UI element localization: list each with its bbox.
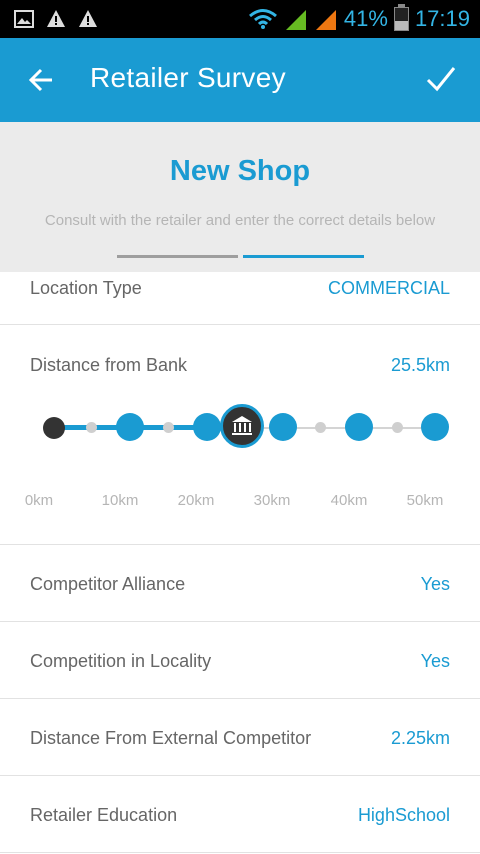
app-bar-title: Retailer Survey [90, 62, 286, 93]
tick-label: 0km [24, 492, 54, 509]
warning-icon [79, 10, 97, 27]
image-notification-icon [14, 10, 34, 28]
tab-indicator-2-active[interactable] [243, 255, 364, 258]
distance-from-bank-label: Distance from Bank [30, 355, 188, 375]
check-icon[interactable] [424, 62, 458, 96]
signal-icon [285, 10, 306, 30]
signal-icon [315, 10, 336, 30]
clock: 17:19 [414, 6, 470, 31]
battery-percent: 41% [343, 6, 388, 31]
warning-icon [47, 10, 65, 27]
location-type-row[interactable]: Location Type COMMERCIAL [0, 272, 480, 325]
external-competitor-distance-value[interactable]: 2.25km [391, 728, 450, 749]
distance-from-bank-value: 25.5km [390, 355, 450, 375]
tick-label: 20km [177, 492, 215, 509]
location-type-value[interactable]: COMMERCIAL [328, 278, 450, 299]
location-type-label: Location Type [30, 278, 142, 298]
tick-label: 10km [101, 492, 139, 509]
slider-step[interactable] [193, 413, 221, 441]
slider-step[interactable] [163, 422, 174, 433]
competition-in-locality-label: Competition in Locality [30, 651, 212, 671]
tab-indicator-1[interactable] [117, 255, 238, 258]
retailer-education-row[interactable]: Retailer Education HighSchool [0, 776, 480, 853]
slider-thumb[interactable] [220, 404, 264, 448]
slider-step[interactable] [392, 422, 403, 433]
bank-icon [232, 416, 252, 435]
slider-step[interactable] [116, 413, 144, 441]
start-marker-icon [43, 417, 65, 439]
back-arrow-icon[interactable] [26, 64, 58, 96]
page-title: New Shop [169, 155, 311, 187]
slider-step[interactable] [315, 422, 326, 433]
status-bar: 41% 17:19 [0, 0, 480, 38]
page-subtitle: Consult with the retailer and enter the … [44, 212, 436, 229]
tick-label: 40km [330, 492, 368, 509]
slider-step[interactable] [421, 413, 449, 441]
external-competitor-distance-label: Distance From External Competitor [30, 728, 312, 748]
tick-label: 50km [406, 492, 444, 509]
form-header: New Shop Consult with the retailer and e… [0, 122, 480, 272]
retailer-education-label: Retailer Education [30, 805, 178, 825]
slider-step[interactable] [269, 413, 297, 441]
competition-in-locality-value[interactable]: Yes [421, 651, 450, 672]
app-bar: Retailer Survey [0, 38, 480, 122]
external-competitor-distance-row[interactable]: Distance From External Competitor 2.25km [0, 699, 480, 776]
slider-step[interactable] [345, 413, 373, 441]
battery-icon [393, 4, 409, 31]
competitor-alliance-label: Competitor Alliance [30, 574, 186, 594]
retailer-education-value[interactable]: HighSchool [358, 805, 450, 826]
competitor-alliance-value[interactable]: Yes [421, 574, 450, 595]
slider-step[interactable] [86, 422, 97, 433]
tick-label: 30km [253, 492, 291, 509]
competitor-alliance-row[interactable]: Competitor Alliance Yes [0, 545, 480, 622]
competition-in-locality-row[interactable]: Competition in Locality Yes [0, 622, 480, 699]
wifi-icon [248, 9, 277, 29]
